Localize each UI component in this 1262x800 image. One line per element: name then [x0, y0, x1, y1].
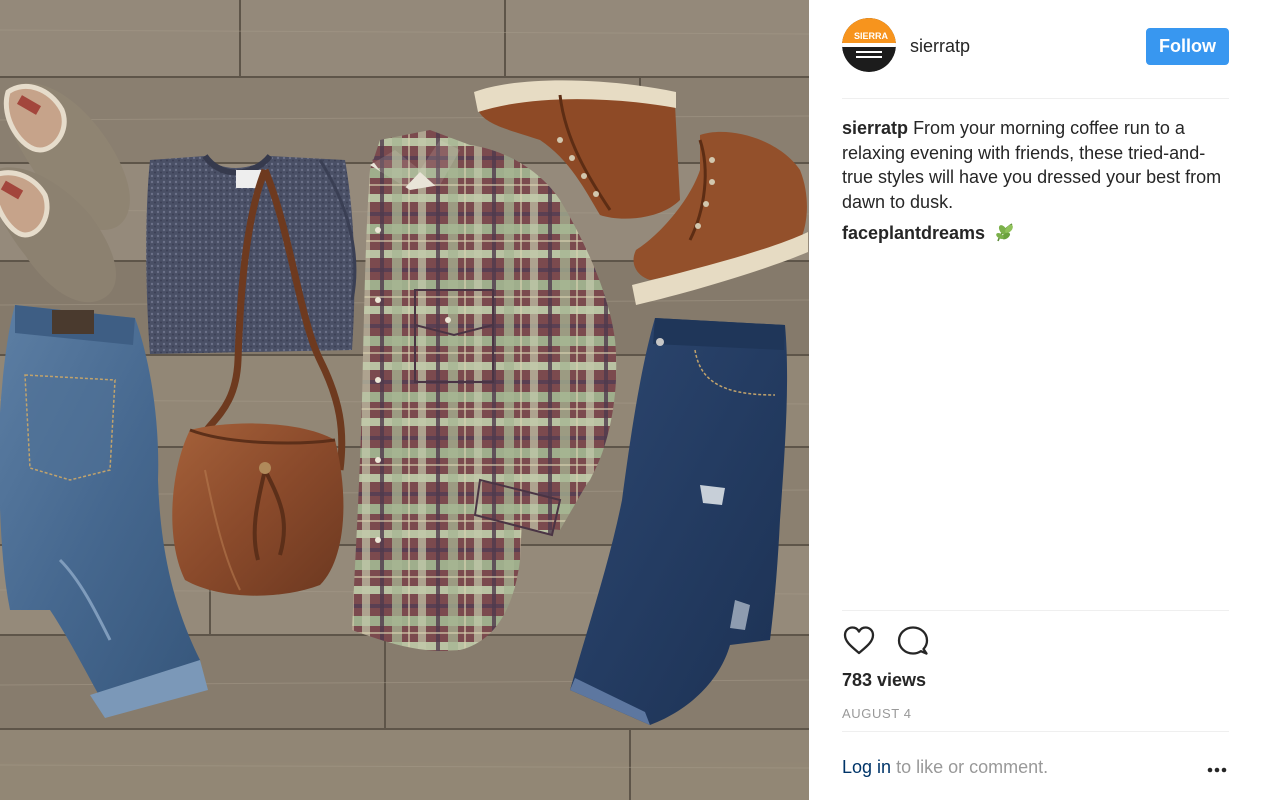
login-link[interactable]: Log in: [842, 757, 891, 777]
comment: faceplantdreams: [842, 221, 1229, 249]
post-photo[interactable]: [0, 0, 809, 800]
login-prompt: Log in to like or comment.: [842, 757, 1048, 778]
header-divider: [842, 98, 1229, 99]
login-prompt-text: to like or comment.: [896, 757, 1049, 777]
footer-divider: [842, 731, 1229, 732]
view-count: 783 views: [842, 670, 927, 690]
outfit-flatlay-image: [0, 0, 809, 800]
speech-bubble-icon[interactable]: [896, 624, 932, 660]
caption-author[interactable]: sierratp: [842, 118, 908, 138]
username[interactable]: sierratp: [910, 36, 970, 57]
post-caption: sierratp From your morning coffee run to…: [842, 116, 1229, 214]
follow-button[interactable]: Follow: [1146, 28, 1229, 65]
post-date[interactable]: AUGUST 4: [842, 706, 912, 721]
sierra-logo-icon: SIERRA: [842, 18, 896, 72]
post-actions: [842, 624, 962, 660]
more-options-icon[interactable]: [1205, 760, 1229, 780]
post-header: SIERRA sierratp Follow: [842, 18, 1229, 76]
comment-author[interactable]: faceplantdreams: [842, 223, 985, 243]
avatar[interactable]: SIERRA: [842, 18, 896, 72]
post-side-panel: SIERRA sierratp Follow sierratp From you…: [809, 0, 1262, 800]
herb-leaf-icon: [994, 221, 1016, 249]
heart-icon[interactable]: [842, 624, 878, 660]
avatar-brand-text: SIERRA: [854, 31, 889, 41]
actions-divider: [842, 610, 1229, 611]
instagram-post: SIERRA sierratp Follow sierratp From you…: [0, 0, 1262, 800]
